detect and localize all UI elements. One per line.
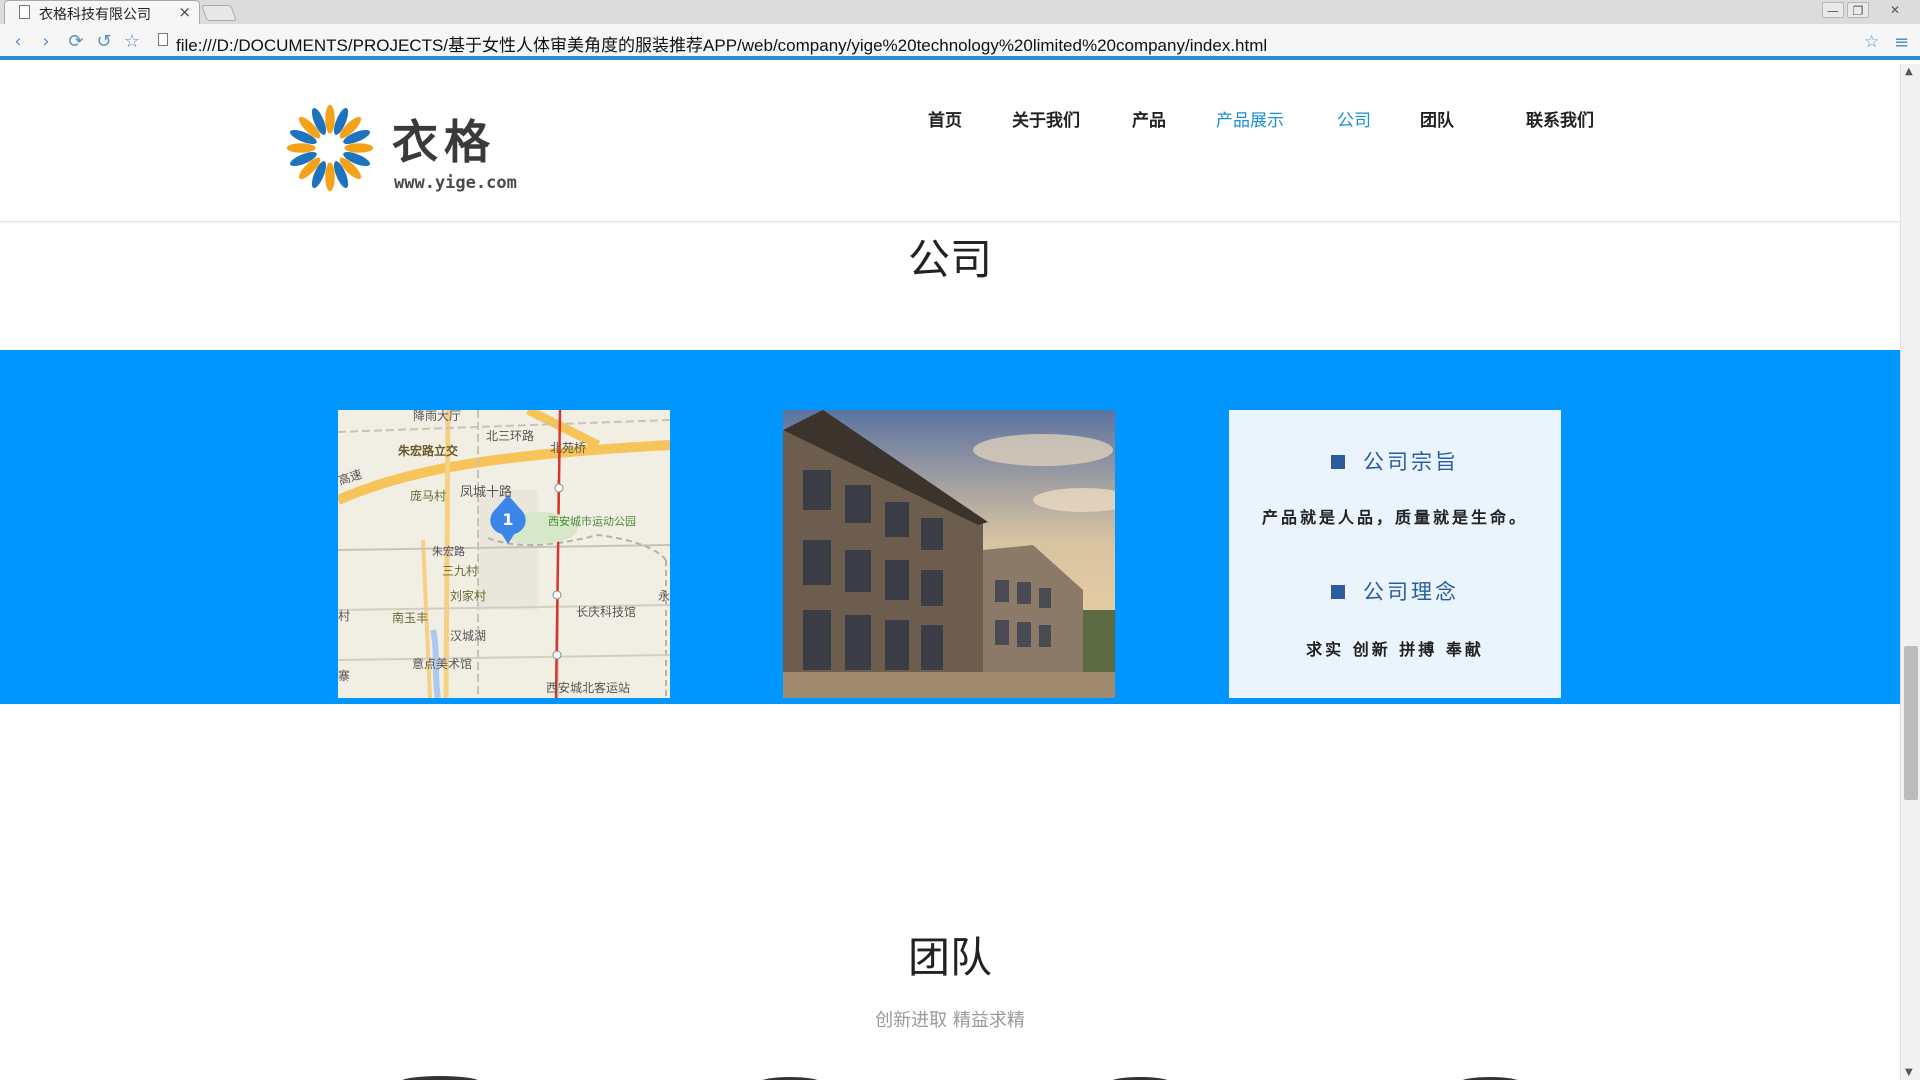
scroll-down-icon[interactable]: ▼ — [1905, 1067, 1913, 1078]
map-graphic: 1 降雨大厅 北三环路 北苑桥 朱宏路立交 高速 庞马村 凤城十路 西安城市运动… — [338, 410, 670, 698]
building-graphic — [783, 410, 1115, 698]
team-section-title: 团队 — [907, 933, 992, 982]
nav-team[interactable]: 团队 — [1420, 106, 1454, 131]
map-label: 三九村 — [442, 564, 478, 578]
page-viewport: 衣格 www.yige.com 首页 关于我们 产品 产品展示 公司 团队 联系… — [0, 64, 1900, 1080]
restore-button[interactable]: ❐ — [1847, 2, 1869, 18]
map-label: 意点美术馆 — [412, 656, 472, 671]
map-label: 刘家村 — [450, 588, 486, 603]
nav-product-showcase[interactable]: 产品展示 — [1216, 106, 1284, 131]
minimize-button[interactable]: — — [1822, 2, 1844, 18]
philosophy-text: 求实 创新 拼搏 奉献 — [1306, 640, 1484, 659]
nav-about[interactable]: 关于我们 — [1012, 106, 1080, 131]
logo-url: www.yige.com — [394, 173, 517, 193]
map-label: 西安城北客运站 — [546, 680, 630, 695]
bookmark-star-icon[interactable]: ☆ — [122, 32, 142, 52]
new-tab-button[interactable] — [201, 5, 237, 21]
team-photos-edge — [402, 1076, 1518, 1080]
mission-text: 产品就是人品，质量就是生命。 — [1261, 508, 1528, 527]
map-label: 朱宏路 — [432, 544, 465, 558]
map-label: 南玉丰 — [392, 610, 428, 625]
map-label: 北苑桥 — [550, 441, 586, 455]
location-map[interactable]: 1 降雨大厅 北三环路 北苑桥 朱宏路立交 高速 庞马村 凤城十路 西安城市运动… — [338, 410, 670, 698]
url-page-icon — [158, 33, 168, 46]
browser-toolbar: ‹ › ⟳ ↺ ☆ file:///D:/DOCUMENTS/PROJECTS/… — [0, 24, 1920, 60]
map-label: 寨 — [338, 668, 350, 683]
map-label: 村 — [338, 609, 350, 623]
scroll-up-icon[interactable]: ▲ — [1905, 66, 1913, 77]
favorite-star-icon[interactable]: ☆ — [1864, 32, 1879, 52]
square-bullet-icon — [1331, 585, 1345, 599]
nav-products[interactable]: 产品 — [1132, 106, 1166, 131]
map-label: 朱宏路立交 — [398, 443, 458, 458]
philosophy-heading: 公司理念 — [1229, 576, 1561, 606]
nav-company[interactable]: 公司 — [1337, 106, 1371, 131]
logo-flower-icon[interactable] — [282, 100, 378, 196]
menu-icon[interactable]: ≡ — [1894, 32, 1909, 53]
mission-heading: 公司宗旨 — [1229, 446, 1561, 476]
logo-name[interactable]: 衣格 — [392, 106, 496, 172]
close-window-button[interactable]: ✕ — [1884, 2, 1906, 18]
map-label: 凤城十路 — [460, 484, 512, 500]
company-building-photo — [783, 410, 1115, 698]
address-bar[interactable]: file:///D:/DOCUMENTS/PROJECTS/基于女性人体审美角度… — [176, 31, 1267, 56]
reload-icon[interactable]: ⟳ — [66, 32, 86, 52]
team-section-subtitle: 创新进取 精益求精 — [875, 1010, 1025, 1031]
forward-icon[interactable]: › — [36, 32, 56, 52]
browser-titlebar: 衣格科技有限公司 × — ❐ ✕ — [0, 0, 1920, 24]
company-mission-card: 公司宗旨 产品就是人品，质量就是生命。 公司理念 求实 创新 拼搏 奉献 — [1229, 410, 1561, 698]
map-label: 降雨大厅 — [413, 410, 461, 423]
tab-close-icon[interactable]: × — [178, 3, 191, 21]
logo-petal — [344, 143, 374, 153]
company-section-title: 公司 — [907, 235, 992, 284]
back-icon[interactable]: ‹ — [8, 32, 28, 52]
page-scrollbar[interactable]: ▲ ▼ — [1900, 64, 1920, 1080]
company-band: 1 降雨大厅 北三环路 北苑桥 朱宏路立交 高速 庞马村 凤城十路 西安城市运动… — [0, 350, 1900, 704]
map-marker-label: 1 — [502, 510, 513, 529]
square-bullet-icon — [1331, 455, 1345, 469]
map-label: 西安城市运动公园 — [548, 514, 636, 528]
logo-petal — [286, 143, 316, 153]
map-label: 北三环路 — [486, 428, 534, 443]
scroll-thumb[interactable] — [1904, 646, 1918, 800]
map-label: 汉城湖 — [450, 628, 486, 643]
nav-home[interactable]: 首页 — [928, 106, 962, 131]
map-label: 庞马村 — [410, 488, 446, 503]
site-header: 衣格 www.yige.com 首页 关于我们 产品 产品展示 公司 团队 联系… — [0, 64, 1900, 222]
map-label: 永 — [658, 589, 670, 603]
nav-contact[interactable]: 联系我们 — [1526, 106, 1594, 131]
logo-petal — [325, 104, 335, 134]
undo-icon[interactable]: ↺ — [94, 32, 114, 52]
map-label: 长庆科技馆 — [576, 604, 636, 619]
logo-petal — [325, 162, 335, 192]
tab-title: 衣格科技有限公司 — [39, 7, 151, 23]
page-icon — [19, 5, 30, 19]
browser-tab[interactable]: 衣格科技有限公司 × — [4, 0, 200, 24]
